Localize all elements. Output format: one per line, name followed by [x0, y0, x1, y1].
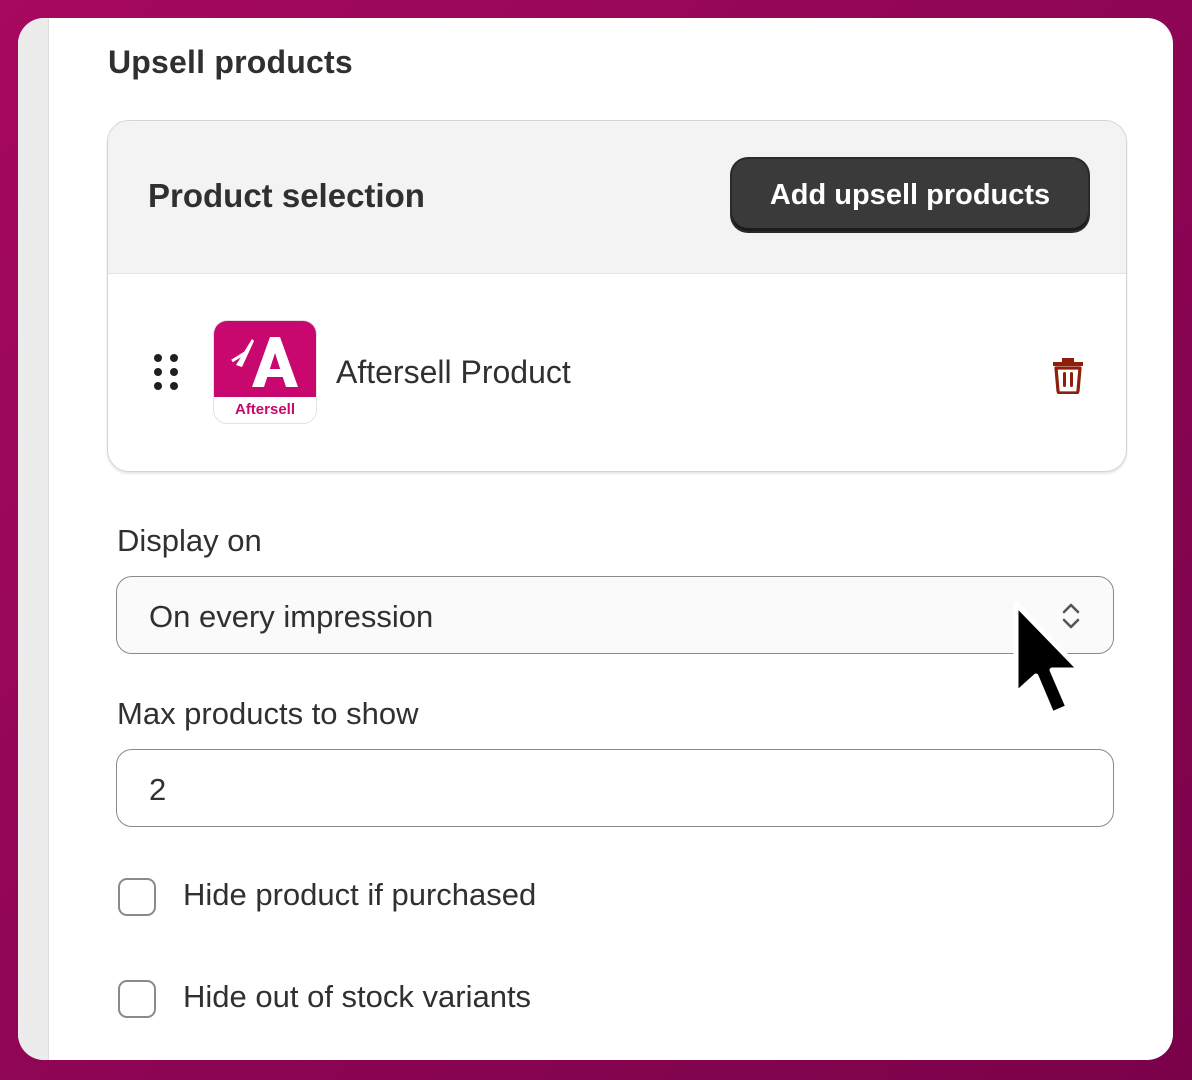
- product-selection-title: Product selection: [148, 177, 425, 214]
- hide-out-of-stock-label: Hide out of stock variants: [183, 979, 532, 1014]
- drag-handle-icon[interactable]: [154, 354, 180, 390]
- max-products-label: Max products to show: [117, 696, 419, 731]
- panel-left-edge: [18, 18, 49, 1060]
- section-title: Upsell products: [108, 44, 353, 80]
- thumbnail-text: Aftersell: [235, 401, 295, 418]
- hide-out-of-stock-checkbox[interactable]: [118, 980, 156, 1018]
- hide-if-purchased-checkbox[interactable]: [118, 878, 156, 916]
- product-list-item: Aftersell Aftersell Product: [108, 274, 1126, 471]
- aftersell-logo-icon: Aftersell: [214, 321, 316, 423]
- display-on-label: Display on: [117, 523, 262, 558]
- display-on-value: On every impression: [149, 599, 434, 634]
- max-products-input[interactable]: 2: [116, 749, 1114, 827]
- product-selection-card: Product selection Add upsell products Af…: [107, 120, 1127, 472]
- hide-if-purchased-label: Hide product if purchased: [183, 877, 537, 912]
- upsell-settings-panel: Upsell products Product selection Add up…: [18, 18, 1173, 1060]
- display-on-select[interactable]: On every impression: [116, 576, 1114, 654]
- product-thumbnail: Aftersell: [213, 320, 317, 424]
- max-products-value: 2: [149, 772, 167, 807]
- product-name: Aftersell Product: [336, 354, 571, 390]
- add-upsell-products-button[interactable]: Add upsell products: [732, 159, 1088, 231]
- product-selection-header: Product selection Add upsell products: [108, 121, 1126, 274]
- trash-icon[interactable]: [1050, 354, 1086, 394]
- mouse-cursor-icon: [1013, 601, 1083, 717]
